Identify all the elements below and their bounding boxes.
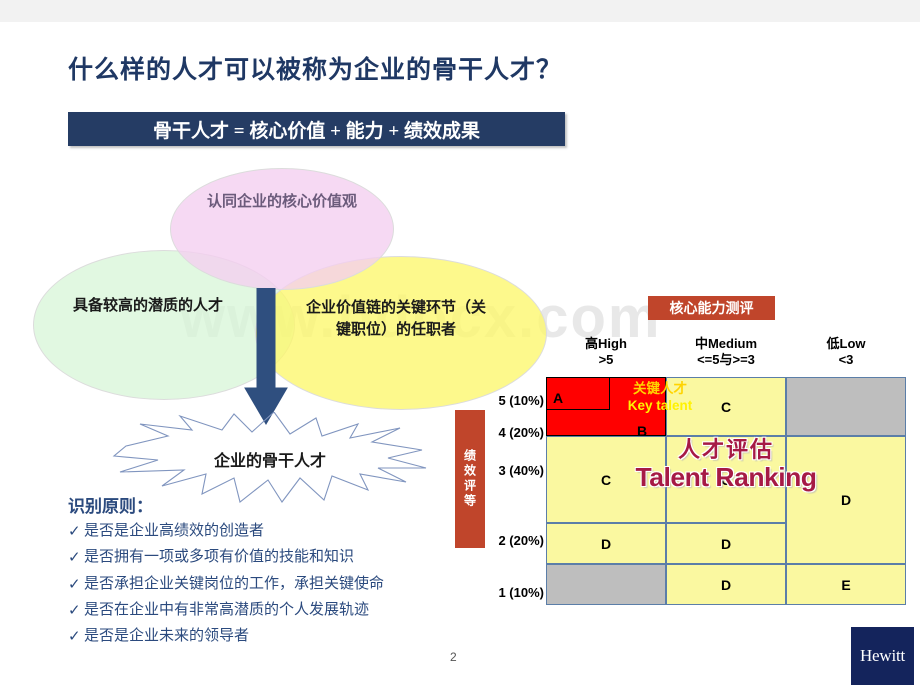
competency-assessment-badge: 核心能力测评: [648, 296, 775, 320]
core-talent-result-label: 企业的骨干人才: [213, 453, 326, 470]
check-icon: ✓: [68, 601, 81, 619]
cell-high-row1[interactable]: [546, 564, 666, 605]
performance-rating-badge: 绩效评等: [455, 410, 485, 548]
row-label-3: 3 (40%): [498, 463, 544, 478]
column-header-low-range: <3: [838, 352, 854, 368]
grade-a-label: A: [553, 390, 564, 406]
cell-high-row2[interactable]: D: [546, 523, 666, 564]
column-header-high-label: 高High: [585, 336, 627, 351]
check-icon: ✓: [68, 549, 81, 567]
list-item-label: 是否是企业高绩效的创造者: [84, 523, 265, 539]
top-band: [0, 0, 920, 22]
equation-banner: 骨干人才 = 核心价值 + 能力 + 绩效成果: [68, 112, 565, 146]
principles-list: ✓ 是否是企业高绩效的创造者 ✓ 是否拥有一项或多项有价值的技能和知识 ✓ 是否…: [68, 520, 488, 651]
column-header-medium-label: 中Medium: [694, 336, 758, 351]
check-icon: ✓: [68, 523, 81, 540]
column-header-low: 低Low <3: [786, 336, 906, 369]
cell-medium-row2[interactable]: D: [666, 523, 786, 564]
row-label-4: 4 (20%): [498, 425, 544, 440]
column-header-medium: 中Medium <=5与>=3: [666, 336, 786, 369]
venn-label-key-position: 企业价值链的关键环节（关键职位）的任职者: [305, 300, 486, 338]
list-item-label: 是否是企业未来的领导者: [84, 628, 250, 644]
slide-canvas: 什么样的人才可以被称为企业的骨干人才？ 骨干人才 = 核心价值 + 能力 + 绩…: [0, 0, 920, 690]
list-item: ✓ 是否是企业未来的领导者: [68, 625, 488, 648]
hewitt-logo: Hewitt: [851, 627, 914, 685]
column-header-high-range: >5: [598, 352, 614, 368]
list-item: ✓ 是否拥有一项或多项有价值的技能和知识: [68, 546, 488, 569]
check-icon: ✓: [68, 628, 81, 645]
list-item: ✓ 是否在企业中有非常高潜质的个人发展轨迹: [68, 599, 488, 622]
list-item: ✓ 是否是企业高绩效的创造者: [68, 520, 488, 543]
list-item: ✓ 是否承担企业关键岗位的工作，承担关键使命: [68, 573, 488, 596]
list-item-label: 是否承担企业关键岗位的工作，承担关键使命: [84, 575, 385, 592]
cell-low-row54[interactable]: [786, 377, 906, 436]
list-item-label: 是否在企业中有非常高潜质的个人发展轨迹: [84, 601, 370, 618]
wordart-talent-ranking-en: Talent Ranking: [635, 462, 817, 492]
cell-low-row32[interactable]: D: [786, 436, 906, 564]
venn-label-potential: 具备较高的潜质的人才: [72, 298, 223, 314]
principles-heading: 识别原则：: [68, 497, 153, 516]
hewitt-logo-text: Hewitt: [859, 646, 906, 665]
key-talent-label-cn: 关键人才: [633, 381, 687, 396]
venn-ellipse-pink: [170, 168, 394, 290]
check-icon: ✓: [68, 575, 81, 593]
wordart-talent-ranking-cn: 人才评估: [677, 437, 774, 462]
page-title: 什么样的人才可以被称为企业的骨干人才？: [68, 57, 563, 84]
column-header-medium-range: <=5与>=3: [697, 352, 755, 368]
column-header-low-label: 低Low: [826, 336, 866, 351]
key-talent-label-en: Key talent: [627, 397, 693, 413]
row-label-1: 1 (10%): [498, 585, 544, 600]
row-label-5: 5 (10%): [498, 393, 544, 408]
page-number: 2: [450, 650, 457, 664]
grade-b-label: B: [637, 423, 648, 439]
cell-low-row1[interactable]: E: [786, 564, 906, 605]
down-arrow-icon: [243, 287, 289, 428]
row-label-2: 2 (20%): [498, 533, 544, 548]
venn-label-values: 认同企业的核心价值观: [206, 194, 357, 210]
cell-medium-row1[interactable]: D: [666, 564, 786, 605]
list-item-label: 是否拥有一项或多项有价值的技能和知识: [84, 549, 355, 566]
column-header-high: 高High >5: [546, 336, 666, 369]
key-talent-callout: 关键人才 Key talent: [612, 381, 708, 415]
